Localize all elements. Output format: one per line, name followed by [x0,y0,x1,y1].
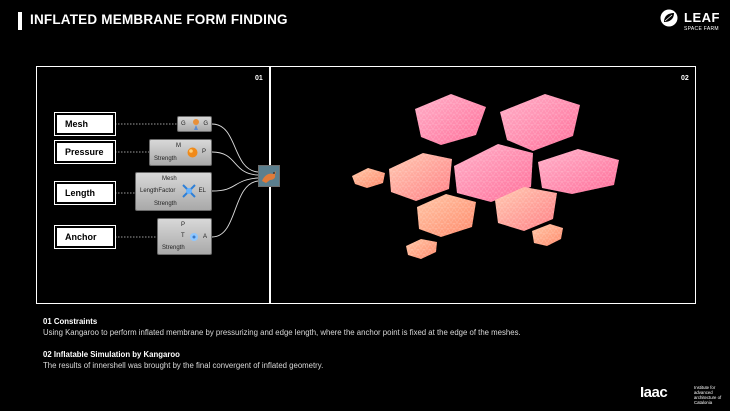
port-out-el: EL [198,188,206,194]
caption-simulation: 02 Inflatable Simulation by Kangaroo The… [43,349,323,371]
hex-mid-left [389,153,452,201]
port-in-mesh: Mesh [162,176,177,182]
caption-body: Using Kangaroo to perform inflated membr… [43,328,521,337]
component-pressure[interactable]: M Strength P [149,139,212,166]
component-mesh[interactable]: G G [177,116,212,132]
caption-constraints: 01 Constraints Using Kangaroo to perform… [43,316,521,338]
hex-small-bottom-left [406,239,437,259]
port-in-strength: Strength [154,201,177,207]
port-out-a: A [202,234,207,240]
hex-top-left [415,94,486,145]
param-pressure[interactable]: Pressure [55,141,115,163]
port-in-lengthfactor: LengthFactor [140,188,176,194]
port-in-t: T [181,233,185,239]
anchor-icon [190,233,198,241]
port-out-p: P [201,149,206,155]
edge-length-icon [182,184,196,198]
caption-heading: 01 Constraints [43,317,98,326]
hex-top-right [500,94,580,151]
hex-lower-left [417,194,476,237]
port-in-p: P [181,222,186,228]
component-anchor[interactable]: P T Strength A [157,218,212,255]
port-out: G [203,121,208,127]
param-length[interactable]: Length [55,182,115,204]
inflated-mesh-view [352,94,619,259]
hex-small-left [352,168,385,188]
param-anchor[interactable]: Anchor [55,226,115,248]
port-in-strength: Strength [162,245,185,251]
iaac-logo-subtitle: Institute for advanced architecture of C… [694,385,722,405]
param-mesh[interactable]: Mesh [55,113,115,135]
iaac-logo-mark: Iaac [640,384,668,401]
component-length[interactable]: Mesh LengthFactor Strength EL [135,172,212,211]
hex-mid-right [538,149,619,194]
pressure-icon [187,147,198,158]
caption-heading: 02 Inflatable Simulation by Kangaroo [43,350,180,359]
mesh-hexagons [352,94,619,259]
port-in-m: M [176,143,181,149]
port-in: G [181,121,186,127]
port-in-strength: Strength [154,156,177,162]
hex-small-bottom-right [532,224,563,246]
caption-body: The results of innershell was brought by… [43,361,324,370]
mesh-component-icon [193,119,199,130]
